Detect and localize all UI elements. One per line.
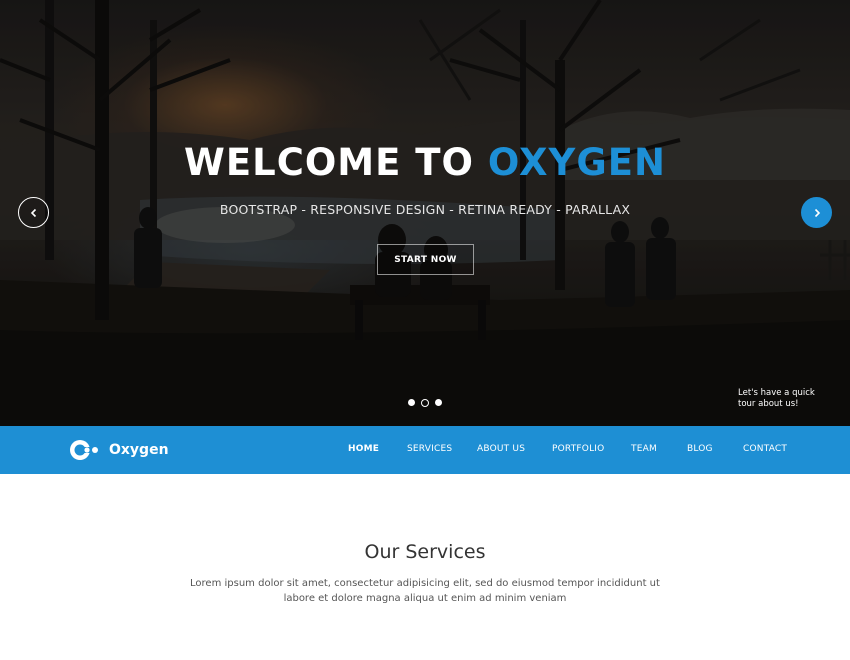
- hero-title-prefix: WELCOME TO: [184, 141, 474, 184]
- slider-prev-button[interactable]: [18, 197, 49, 228]
- nav-menu: HOME SERVICES ABOUT US PORTFOLIO TEAM BL…: [0, 426, 850, 474]
- start-now-button[interactable]: START NOW: [377, 244, 474, 275]
- chevron-right-icon: [814, 208, 820, 217]
- hero-title: WELCOME TO OXYGEN: [0, 141, 850, 184]
- tour-link[interactable]: Let's have a quick tour about us!: [738, 388, 828, 410]
- slider-pagination: [408, 398, 442, 407]
- nav-item-about-us[interactable]: ABOUT US: [477, 444, 525, 454]
- slider-next-button[interactable]: [801, 197, 832, 228]
- hero-slider: WELCOME TO OXYGEN BOOTSTRAP - RESPONSIVE…: [0, 0, 850, 426]
- nav-item-portfolio[interactable]: PORTFOLIO: [552, 444, 604, 454]
- nav-item-services[interactable]: SERVICES: [407, 444, 452, 454]
- slider-dot-3[interactable]: [435, 399, 442, 406]
- slider-dot-2[interactable]: [421, 398, 429, 407]
- slider-dot-1[interactable]: [408, 399, 415, 406]
- nav-item-team[interactable]: TEAM: [631, 444, 657, 454]
- services-description: Lorem ipsum dolor sit amet, consectetur …: [190, 578, 660, 604]
- nav-item-contact[interactable]: CONTACT: [743, 444, 787, 454]
- tour-text-line1: Let's have a quick: [738, 388, 815, 398]
- services-title: Our Services: [364, 541, 486, 563]
- main-navbar: Oxygen HOME SERVICES ABOUT US PORTFOLIO …: [0, 426, 850, 474]
- chevron-left-icon: [30, 208, 36, 217]
- tour-text-line2: tour about us!: [738, 399, 799, 409]
- nav-item-blog[interactable]: BLOG: [687, 444, 713, 454]
- nav-item-home[interactable]: HOME: [348, 444, 379, 454]
- hero-title-accent: OXYGEN: [487, 141, 666, 184]
- hero-subtitle: BOOTSTRAP - RESPONSIVE DESIGN - RETINA R…: [219, 202, 631, 217]
